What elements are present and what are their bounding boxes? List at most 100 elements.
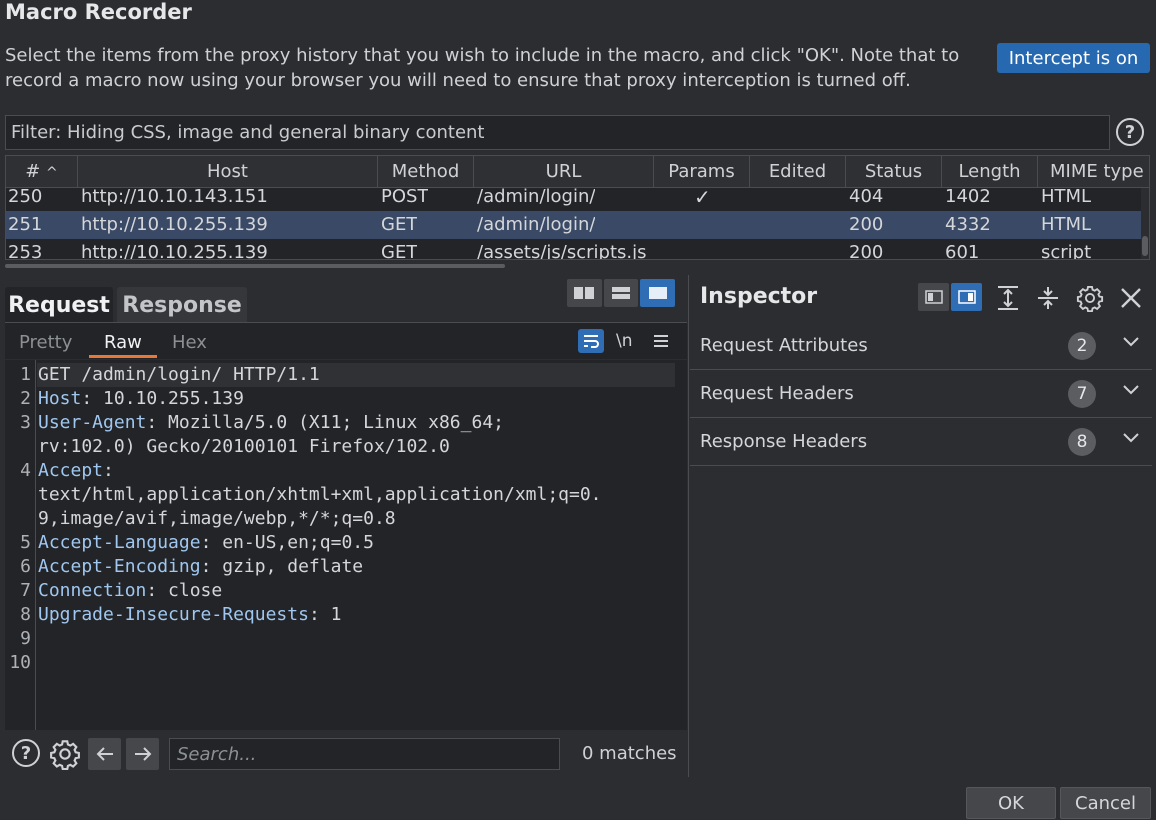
inspector-title: Inspector (700, 284, 818, 309)
next-match-button[interactable] (126, 738, 159, 770)
search-input[interactable]: Search... (169, 738, 560, 770)
previous-match-button[interactable] (88, 738, 121, 770)
subtab-raw[interactable]: Raw (104, 332, 142, 353)
code-line: 10 (5, 651, 602, 675)
cell-method: POST (381, 186, 429, 207)
single-pane-icon (648, 287, 667, 299)
table-vertical-scrollbar[interactable] (1141, 188, 1149, 259)
editor-menu-icon[interactable] (652, 333, 670, 354)
line-number: 5 (20, 532, 31, 553)
settings-gear-icon[interactable] (49, 738, 81, 775)
inspector-dock-right-button[interactable] (951, 283, 982, 311)
subtab-pretty[interactable]: Pretty (19, 332, 72, 353)
tab-response[interactable]: Response (117, 287, 247, 323)
section-label: Request Attributes (700, 335, 868, 356)
inspector-dock-left-button[interactable] (918, 283, 949, 311)
arrow-left-icon (96, 747, 113, 761)
collapse-all-icon[interactable] (1036, 285, 1060, 316)
cell-mime-type: script (1041, 242, 1092, 260)
section-label: Response Headers (700, 431, 868, 452)
header-value: GET /admin/login/ HTTP/1.1 (38, 364, 320, 385)
code-text: Upgrade-Insecure-Requests: 1 (38, 603, 341, 627)
line-number (5, 507, 31, 531)
scrollbar-thumb[interactable] (1142, 236, 1148, 256)
cell-number: 250 (8, 186, 43, 207)
line-number: 1 (20, 364, 31, 385)
arrow-right-icon (134, 747, 151, 761)
panel-left-icon (924, 290, 943, 304)
word-wrap-toggle[interactable] (578, 329, 604, 353)
header-name: Host (38, 388, 82, 409)
line-number: 8 (20, 604, 31, 625)
filter-bar[interactable]: Filter: Hiding CSS, image and general bi… (5, 115, 1110, 150)
header-value: : 10.10.255.139 (81, 388, 244, 409)
header-value: : Mozilla/5.0 (X11; Linux x86_64; (146, 412, 504, 433)
chevron-down-icon (1123, 433, 1139, 443)
proxy-history-table: # ^ Host Method URL Params Edited Status… (5, 155, 1150, 260)
ok-button[interactable]: OK (966, 787, 1056, 819)
layout-tabs-button[interactable] (640, 279, 676, 307)
header-name: Accept (38, 460, 104, 481)
params-checkmark-icon: ✓ (694, 185, 711, 209)
inspector-section-request-headers[interactable]: Request Headers 7 (690, 370, 1152, 418)
inspector-settings-gear-icon[interactable] (1076, 284, 1104, 317)
code-text: Connection: close (38, 579, 222, 603)
code-text: User-Agent: Mozilla/5.0 (X11; Linux x86_… (38, 411, 504, 435)
cell-method: GET (381, 242, 418, 260)
code-text: Host: 10.10.255.139 (38, 387, 244, 411)
expand-all-icon[interactable] (996, 285, 1020, 316)
cancel-button[interactable]: Cancel (1060, 787, 1151, 819)
filter-text: Filter: Hiding CSS, image and general bi… (11, 122, 485, 143)
cell-number: 253 (8, 242, 43, 260)
table-row-selected[interactable]: 251 http://10.10.255.139 GET /admin/logi… (6, 211, 1141, 239)
rows-icon (612, 287, 630, 299)
code-text: rv:102.0) Gecko/20100101 Firefox/102.0 (38, 435, 450, 459)
line-number: 3 (20, 412, 31, 433)
window-title: Macro Recorder (5, 0, 192, 24)
inspector-section-response-headers[interactable]: Response Headers 8 (690, 418, 1152, 466)
wrap-lines-icon (584, 335, 599, 348)
line-number (5, 483, 31, 507)
code-text: Accept: (38, 459, 114, 483)
code-line: 3 User-Agent: Mozilla/5.0 (X11; Linux x86… (5, 411, 602, 435)
code-line: 2 Host: 10.10.255.139 (5, 387, 602, 411)
instructions-text: Select the items from the proxy history … (5, 45, 960, 91)
header-value: : gzip, deflate (200, 556, 364, 577)
code-text: text/html,application/xhtml+xml,applicat… (38, 483, 602, 507)
cell-mime-type: HTML (1041, 186, 1092, 207)
line-number (5, 435, 31, 459)
header-value: : close (146, 580, 223, 601)
cell-length: 601 (945, 242, 980, 260)
show-newlines-toggle[interactable]: \n (616, 331, 633, 351)
intercept-toggle-button[interactable]: Intercept is on (997, 43, 1150, 73)
inspector-section-request-attributes[interactable]: Request Attributes 2 (690, 322, 1152, 370)
line-number: 2 (20, 388, 31, 409)
header-value: text/html,application/xhtml+xml,applicat… (38, 484, 602, 505)
line-number: 6 (20, 556, 31, 577)
line-number: 9 (20, 628, 31, 649)
close-icon[interactable] (1120, 287, 1142, 314)
tab-request[interactable]: Request (5, 287, 113, 323)
table-row[interactable]: 253 http://10.10.255.139 GET /assets/js/… (6, 239, 1141, 260)
code-line: 9 (5, 627, 602, 651)
panel-right-icon (957, 290, 976, 304)
table-horizontal-scrollbar[interactable] (5, 262, 1150, 270)
scrollbar-thumb[interactable] (5, 264, 505, 268)
cell-url: /admin/login/ (477, 186, 596, 207)
subtab-hex[interactable]: Hex (172, 332, 207, 353)
chevron-down-icon (1123, 385, 1139, 395)
code-text: Accept-Encoding: gzip, deflate (38, 555, 363, 579)
header-value: : (103, 460, 114, 481)
layout-stacked-button[interactable] (603, 279, 639, 307)
line-number: 10 (9, 652, 31, 673)
line-number: 7 (20, 580, 31, 601)
layout-toggle-group (567, 279, 676, 307)
help-icon[interactable]: ? (1116, 118, 1144, 146)
cell-method: GET (381, 214, 418, 235)
layout-side-by-side-button[interactable] (567, 279, 602, 307)
count-badge: 8 (1068, 428, 1096, 456)
help-icon[interactable]: ? (12, 739, 40, 767)
code-line: 1 GET /admin/login/ HTTP/1.1 (5, 363, 602, 387)
table-row[interactable]: 250 http://10.10.143.151 POST /admin/log… (6, 183, 1141, 211)
count-badge: 2 (1068, 332, 1096, 360)
